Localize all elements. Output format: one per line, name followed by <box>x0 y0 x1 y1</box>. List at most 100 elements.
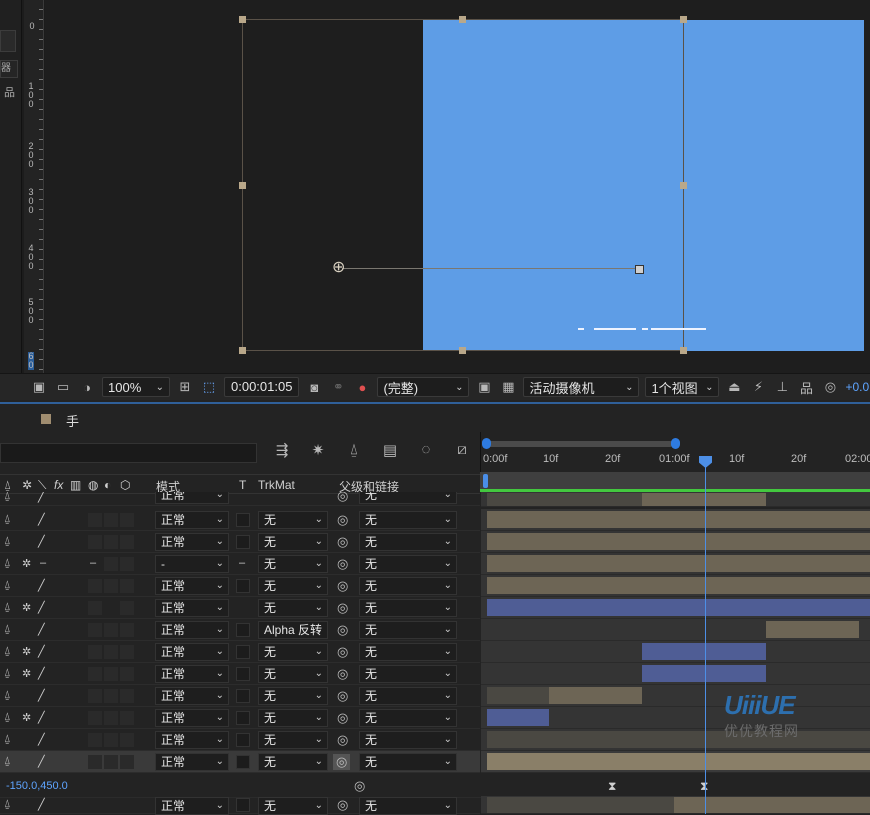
layer-row[interactable]: ⍙ ╱ 正常 ⌄ 无 ⌄ ◎ 无 ⌄ <box>0 509 480 531</box>
layer-bar[interactable] <box>487 687 549 704</box>
graph-editor-icon[interactable]: ⧄ <box>452 441 472 459</box>
quality-icon[interactable]: ╱ <box>38 579 45 592</box>
exposure-value[interactable]: +0.0 <box>845 380 869 394</box>
layer-track[interactable] <box>481 531 870 553</box>
property-pickwhip-icon[interactable]: ◎ <box>354 778 365 794</box>
layer-row[interactable]: ⍙ ✲ ╱ 正常 ⌄ 无 ⌄ ◎ 无 ⌄ <box>0 707 480 729</box>
layer-track[interactable] <box>481 641 870 663</box>
always-preview-icon[interactable]: ▣ <box>30 379 48 395</box>
collapse-icon[interactable]: ✲ <box>22 478 32 492</box>
parent-dropdown[interactable]: 无 ⌄ <box>359 555 457 573</box>
layer-track[interactable] <box>481 492 870 507</box>
parent-pickwhip-icon[interactable]: ◎ <box>337 600 348 616</box>
layer-row[interactable]: ⍙ ╱ 正常 ⌄ ◎ 无 ⌄ <box>0 492 480 506</box>
layer-track[interactable] <box>481 575 870 597</box>
parent-pickwhip-icon[interactable]: ◎ <box>337 710 348 726</box>
anchor-point-icon[interactable]: ⊕ <box>332 260 345 276</box>
blend-mode-dropdown[interactable]: 正常 ⌄ <box>155 665 229 683</box>
time-navigator[interactable]: 0:00f 10f 20f 01:00f 10f 20f 02:00 <box>480 432 870 472</box>
layer-bar[interactable] <box>642 493 766 506</box>
trkmat-dropdown[interactable]: 无 ⌄ <box>258 709 328 727</box>
blend-mode-dropdown[interactable]: 正常 ⌄ <box>155 599 229 617</box>
quality-icon[interactable]: ╱ <box>38 798 45 811</box>
layer-row[interactable]: ⍙ ✲ – – - ⌄ – 无 ⌄ ◎ 无 ⌄ <box>0 553 480 575</box>
layer-track[interactable] <box>481 796 870 814</box>
layer-bar[interactable] <box>487 753 870 770</box>
transparency-grid-icon[interactable]: ▦ <box>499 379 517 395</box>
trkmat-dropdown[interactable]: 无 ⌄ <box>258 797 328 815</box>
zoom-dropdown[interactable]: 100% ⌄ <box>102 377 170 397</box>
shy-icon[interactable]: ⍙ <box>4 492 11 503</box>
layer-bar[interactable] <box>487 797 674 813</box>
parent-dropdown[interactable]: 无 ⌄ <box>359 687 457 705</box>
flowchart-icon[interactable]: 品 <box>797 378 815 397</box>
blend-mode-dropdown[interactable]: 正常 ⌄ <box>155 687 229 705</box>
motion-blur-icon[interactable]: ◍ <box>88 478 98 492</box>
quality-icon[interactable]: ╱ <box>38 733 45 746</box>
layer-row[interactable]: ⍙ ✲ ╱ 正常 ⌄ 无 ⌄ ◎ 无 ⌄ <box>0 641 480 663</box>
layer-row-selected[interactable]: ⍙ ╱ 正常 ⌄ 无 ⌄ ◎ 无 ⌄ <box>0 751 480 773</box>
layer-bar[interactable] <box>766 621 859 638</box>
parent-dropdown[interactable]: 无 ⌄ <box>359 511 457 529</box>
shy-icon[interactable]: ⍙ <box>4 798 11 811</box>
layer-track-selected[interactable] <box>481 751 870 773</box>
collapse-icon[interactable]: ✲ <box>22 711 31 724</box>
layer-row[interactable]: ⍙ ╱ 正常 ⌄ 无 ⌄ ◎ 无 ⌄ <box>0 575 480 597</box>
collapse-icon[interactable]: ✲ <box>22 557 31 570</box>
preserve-transparency-checkbox[interactable] <box>236 513 250 527</box>
shy-icon[interactable]: ⍙ <box>4 711 11 724</box>
shy-icon[interactable]: ⍙ <box>4 623 11 636</box>
quality-dash-icon[interactable]: – <box>40 557 46 569</box>
blend-mode-dropdown[interactable]: 正常 ⌄ <box>155 492 229 504</box>
shy-icon[interactable]: ⍙ <box>4 513 11 526</box>
quality-icon[interactable]: ╱ <box>38 755 45 768</box>
resolution-dropdown[interactable]: (完整) ⌄ <box>377 377 470 397</box>
parent-pickwhip-icon[interactable]: ◎ <box>337 797 348 813</box>
parent-pickwhip-icon[interactable]: ◎ <box>337 492 348 504</box>
exposure-icon[interactable]: ◎ <box>821 379 839 395</box>
parent-dropdown[interactable]: 无 ⌄ <box>359 599 457 617</box>
blend-mode-dropdown[interactable]: 正常 ⌄ <box>155 797 229 815</box>
fx-dash-icon[interactable]: – <box>90 557 96 569</box>
blend-mode-dropdown[interactable]: 正常 ⌄ <box>155 731 229 749</box>
snapshot-camera-icon[interactable]: ◙ <box>305 380 323 395</box>
playhead-line[interactable] <box>705 462 706 814</box>
parent-dropdown[interactable]: 无 ⌄ <box>359 621 457 639</box>
layer-track[interactable] <box>481 619 870 641</box>
blend-mode-dropdown[interactable]: 正常 ⌄ <box>155 533 229 551</box>
quality-icon[interactable]: ╱ <box>38 513 45 526</box>
parent-pickwhip-icon[interactable]: ◎ <box>337 534 348 550</box>
t-dash-icon[interactable]: – <box>239 557 245 569</box>
parent-dropdown[interactable]: 无 ⌄ <box>359 709 457 727</box>
layer-row[interactable]: ⍙ ✲ ╱ 正常 ⌄ 无 ⌄ ◎ 无 ⌄ <box>0 663 480 685</box>
layer-bar[interactable] <box>487 493 642 506</box>
quality-icon[interactable]: ╱ <box>38 689 45 702</box>
trkmat-dropdown[interactable]: Alpha 反转 ⌄ <box>258 621 328 639</box>
parent-pickwhip-icon[interactable]: ◎ <box>337 732 348 748</box>
shy-icon[interactable]: ⍙ <box>4 601 11 614</box>
shy-icon[interactable]: ⍙ <box>4 478 11 493</box>
mask-path-icon[interactable]: ⬚ <box>200 379 218 395</box>
frame-blend-icon[interactable]: ▥ <box>70 478 81 492</box>
layer-bar[interactable] <box>642 643 766 660</box>
transform-handle[interactable] <box>680 182 687 189</box>
parent-pickwhip-icon[interactable]: ◎ <box>337 512 348 528</box>
layer-bar[interactable] <box>549 687 642 704</box>
blend-mode-dropdown[interactable]: 正常 ⌄ <box>155 577 229 595</box>
trkmat-dropdown[interactable]: 无 ⌄ <box>258 731 328 749</box>
layer-bar[interactable] <box>487 511 870 528</box>
trkmat-dropdown[interactable]: 无 ⌄ <box>258 511 328 529</box>
shy-icon[interactable]: ⍙ <box>4 579 11 592</box>
parent-dropdown[interactable]: 无 ⌄ <box>359 577 457 595</box>
parent-dropdown[interactable]: 无 ⌄ <box>359 533 457 551</box>
property-row[interactable]: -150.0,450.0 ◎ ⧗ ⧗ <box>0 774 870 798</box>
work-area-start[interactable] <box>483 474 488 488</box>
show-snapshot-icon[interactable]: ⚭ <box>329 379 347 395</box>
quality-icon[interactable]: ╱ <box>38 601 45 614</box>
parent-dropdown[interactable]: 无 ⌄ <box>359 665 457 683</box>
timeline-icon[interactable]: ⊥ <box>773 379 791 395</box>
parent-pickwhip-icon[interactable]: ◎ <box>337 688 348 704</box>
draft-3d-icon[interactable]: ✷ <box>308 441 328 459</box>
color-channels-icon[interactable]: ● <box>353 380 371 395</box>
transform-handle[interactable] <box>680 16 687 23</box>
